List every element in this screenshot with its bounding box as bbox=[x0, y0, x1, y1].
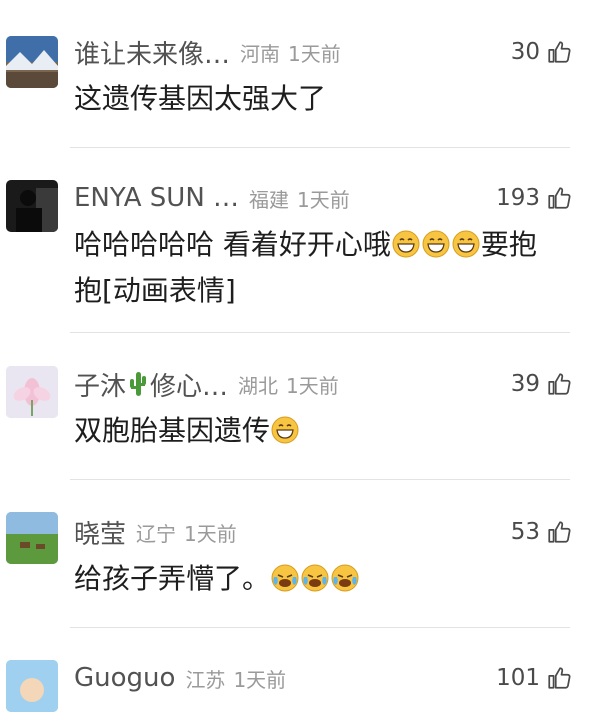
comment-text: 双胞胎基因遗传 bbox=[74, 408, 572, 454]
avatar[interactable] bbox=[6, 180, 58, 232]
like-count: 193 bbox=[496, 185, 540, 211]
divider bbox=[70, 147, 570, 148]
comment-body: 给孩子弄懵了。 bbox=[74, 562, 271, 595]
crying-laugh-emoji-icon bbox=[271, 564, 299, 592]
comment-meta: 子沐 修心… 湖北 1天前 bbox=[74, 366, 470, 402]
comment-body: 这遗传基因太强大了 bbox=[74, 82, 327, 115]
comment-text: 给孩子弄懵了。 bbox=[74, 556, 572, 602]
grin-emoji-icon bbox=[392, 230, 420, 258]
avatar[interactable] bbox=[6, 512, 58, 564]
divider bbox=[70, 627, 570, 628]
divider bbox=[70, 479, 570, 480]
like-count: 101 bbox=[496, 665, 540, 691]
comment-list: 谁让未来像… 河南 1天前 30 这遗传基因太强大了 ENYA SUN … 福建… bbox=[0, 0, 600, 712]
comment-text: 这遗传基因太强大了 bbox=[74, 76, 572, 122]
avatar[interactable] bbox=[6, 366, 58, 418]
username[interactable]: ENYA SUN … bbox=[74, 183, 239, 213]
like-count: 39 bbox=[510, 371, 540, 397]
mountain-landscape-avatar-icon bbox=[6, 36, 58, 88]
like-button[interactable]: 39 bbox=[511, 366, 572, 402]
grassland-avatar-icon bbox=[6, 512, 58, 564]
username[interactable]: Guoguo bbox=[74, 663, 175, 693]
thumbs-up-icon bbox=[546, 185, 572, 211]
avatar[interactable] bbox=[6, 660, 58, 712]
username[interactable]: 子沐 bbox=[74, 366, 126, 402]
grin-emoji-icon bbox=[422, 230, 450, 258]
location-label: 湖北 bbox=[238, 373, 279, 398]
comment-body-continued: 要抱 bbox=[480, 228, 537, 261]
thumbs-up-icon bbox=[546, 371, 572, 397]
like-button[interactable]: 53 bbox=[511, 514, 572, 550]
location-label: 江苏 bbox=[185, 667, 226, 692]
crying-laugh-emoji-icon bbox=[331, 564, 359, 592]
comment-body: 双胞胎基因遗传 bbox=[74, 414, 271, 447]
comment-meta: Guoguo 江苏 1天前 bbox=[74, 660, 470, 696]
comment-body: 哈哈哈哈哈 看着好开心哦 bbox=[74, 228, 391, 261]
lotus-avatar-icon bbox=[6, 366, 58, 418]
timestamp: 1天前 bbox=[233, 667, 287, 692]
username-suffix[interactable]: 修心… bbox=[150, 366, 228, 402]
person-silhouette-avatar-icon bbox=[6, 180, 58, 232]
crying-laugh-emoji-icon bbox=[301, 564, 329, 592]
timestamp: 1天前 bbox=[297, 187, 350, 212]
sky-avatar-icon bbox=[6, 660, 58, 712]
location-label: 福建 bbox=[249, 187, 290, 212]
comment-text: 哈哈哈哈哈 看着好开心哦 要抱 抱[动画表情] bbox=[74, 222, 572, 314]
like-button[interactable]: 30 bbox=[511, 34, 572, 70]
thumbs-up-icon bbox=[546, 519, 572, 545]
divider bbox=[70, 332, 570, 333]
grin-emoji-icon bbox=[452, 230, 480, 258]
comment-line: 哈哈哈哈哈 看着好开心哦 要抱 bbox=[74, 222, 572, 268]
timestamp: 1天前 bbox=[288, 41, 341, 66]
avatar[interactable] bbox=[6, 36, 58, 88]
comment-line: 抱[动画表情] bbox=[74, 268, 572, 314]
comment-meta: ENYA SUN … 福建 1天前 bbox=[74, 180, 470, 216]
grin-emoji-icon bbox=[271, 416, 299, 444]
location-label: 河南 bbox=[240, 41, 281, 66]
timestamp: 1天前 bbox=[184, 521, 237, 546]
comment-body-line2: 抱[动画表情] bbox=[74, 274, 236, 307]
thumbs-up-icon bbox=[546, 39, 572, 65]
comment-meta: 晓莹 辽宁 1天前 bbox=[74, 514, 470, 550]
comment-meta: 谁让未来像… 河南 1天前 bbox=[74, 34, 470, 70]
like-button[interactable]: 101 bbox=[496, 660, 572, 696]
like-count: 53 bbox=[510, 519, 540, 545]
cactus-icon bbox=[128, 370, 148, 398]
location-label: 辽宁 bbox=[136, 521, 177, 546]
timestamp: 1天前 bbox=[286, 373, 339, 398]
like-count: 30 bbox=[510, 39, 540, 65]
username[interactable]: 谁让未来像… bbox=[74, 34, 230, 70]
like-button[interactable]: 193 bbox=[496, 180, 572, 216]
thumbs-up-icon bbox=[546, 665, 572, 691]
username[interactable]: 晓莹 bbox=[74, 514, 126, 550]
